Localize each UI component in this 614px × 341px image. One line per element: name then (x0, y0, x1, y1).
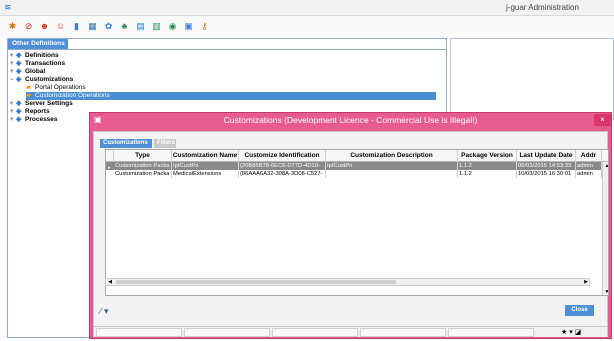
cell-type: Customization Packa (114, 162, 172, 170)
table-row[interactable]: Customization Packa MedicalExtensions {8… (106, 170, 608, 178)
column-header-type[interactable]: Type (114, 150, 172, 162)
column-header-description[interactable]: Customization Description (326, 150, 458, 162)
cell-addr: admin (576, 170, 602, 178)
cell-last-update: 10/03/2015 16:30:01 (517, 170, 576, 178)
tree-item[interactable]: ▰ Portal Operations (26, 84, 86, 92)
status-cell (272, 328, 358, 337)
settings-icon[interactable]: ✿ (102, 20, 115, 33)
tree-item[interactable]: ▰ Customization Operations (26, 92, 436, 100)
tree-item-label: Customization Operations (35, 92, 110, 99)
grid-header: Type Customization Name Customize Identi… (106, 150, 608, 162)
tab-filters[interactable]: Filters (154, 139, 176, 148)
close-button[interactable]: Close (565, 305, 594, 316)
tree-item[interactable]: + ◆ Processes (10, 116, 58, 124)
grid-vertical-scrollbar[interactable]: ▲ ▼ (602, 162, 608, 295)
detail-panel (450, 38, 614, 120)
stop-icon[interactable]: ⊘ (22, 20, 35, 33)
status-cell (96, 328, 182, 337)
users-icon[interactable]: ☻ (38, 20, 51, 33)
network-icon[interactable]: ♣ (118, 20, 131, 33)
tree-item-label: Customizations (25, 76, 74, 83)
node-icon: ◆ (16, 76, 22, 83)
tab-customizations[interactable]: Customizations (100, 139, 152, 148)
scroll-left-arrow-icon[interactable]: ◀ (106, 279, 114, 285)
tree-item-label: Server Settings (25, 100, 73, 107)
node-icon: ◆ (16, 108, 22, 115)
scroll-up-arrow-icon[interactable]: ▲ (603, 162, 608, 170)
cell-description (326, 170, 458, 178)
cell-identification: {20B85B78-6EC6-D77D-4D10- (239, 162, 326, 170)
window-title: j-guar Administration (506, 3, 579, 12)
tree-item[interactable]: + ◆ Server Settings (10, 100, 73, 108)
grid-horizontal-scrollbar[interactable]: ◀ ▶ (105, 278, 590, 286)
folder-icon: ▰ (26, 92, 32, 99)
customizations-dialog: ▣ Customizations (Development Licence - … (89, 112, 612, 339)
column-header-name[interactable]: Customization Name (172, 150, 239, 162)
app-logo-icon: ≋ (4, 2, 12, 12)
tree-item[interactable]: + ◆ Definitions (10, 52, 59, 60)
node-icon: ◆ (16, 116, 22, 123)
database-icon[interactable]: ◉ (166, 20, 179, 33)
status-cell (360, 328, 446, 337)
tree-item-label: Portal Operations (35, 84, 86, 91)
dialog-close-icon[interactable]: × (594, 114, 611, 126)
monitor-icon[interactable]: ▣ (182, 20, 195, 33)
tree-item-label: Reports (25, 108, 50, 115)
column-header-identification[interactable]: Customize Identification (239, 150, 326, 162)
cell-identification: {86AAA6A32-308A-3D08-C527- (239, 170, 326, 178)
status-actions-icon[interactable]: ★ ▾ ◪ (561, 328, 581, 336)
node-icon: ◆ (16, 52, 22, 59)
dialog-body: Customizations Filters Type Customizatio… (93, 131, 609, 337)
tab-other-definitions[interactable]: Other Definitions (8, 39, 68, 49)
scrollbar-thumb[interactable] (116, 280, 396, 284)
tree-item-label: Definitions (25, 52, 59, 59)
cell-name: IptCustPri (172, 162, 239, 170)
refresh-icon[interactable]: ✱ (6, 20, 19, 33)
id-card-icon[interactable]: ▤ (134, 20, 147, 33)
dialog-title-bar: ▣ Customizations (Development Licence - … (90, 113, 611, 127)
tree-item[interactable]: + ◆ Transactions (10, 60, 65, 68)
cell-addr: admin (576, 162, 602, 170)
chart-icon[interactable]: ▮ (70, 20, 83, 33)
customizations-grid: Type Customization Name Customize Identi… (105, 149, 609, 296)
tree-item-label: Processes (25, 116, 58, 123)
node-icon: ◆ (16, 68, 22, 75)
cell-type: Customization Packa (114, 170, 172, 178)
status-cell (184, 328, 270, 337)
main-toolbar: ✱ ⊘ ☻ ☺ ▮ ▦ ✿ ♣ ▤ ▥ ◉ ▣ ⚷ (0, 16, 614, 38)
tree-item[interactable]: + ◆ Global (10, 68, 45, 76)
attachment-icon[interactable]: ⁄ ▾ (100, 306, 109, 317)
tree-item[interactable]: + ◆ Reports (10, 108, 50, 116)
window-title-bar: ≋ j-guar Administration (0, 0, 614, 16)
table-row[interactable]: ▸ Customization Packa IptCustPri {20B85B… (106, 162, 608, 171)
scroll-down-arrow-icon[interactable]: ▼ (603, 288, 608, 295)
status-cell (448, 328, 534, 337)
cell-description: IptCustPri (326, 162, 458, 170)
column-header-last-update[interactable]: Last Update Date (517, 150, 576, 162)
node-icon: ◆ (16, 60, 22, 67)
cell-package-version: 1.1.2 (458, 162, 517, 170)
tree-item-label: Transactions (25, 60, 66, 67)
cell-last-update: 06/03/2015 14:53:33 (517, 162, 576, 170)
folder-icon: ▰ (26, 84, 32, 91)
calculator-icon[interactable]: ▦ (86, 20, 99, 33)
dialog-status-bar: ★ ▾ ◪ (94, 326, 607, 337)
reports-icon[interactable]: ▥ (150, 20, 163, 33)
node-icon: ◆ (16, 100, 22, 107)
cell-name: MedicalExtensions (172, 170, 239, 178)
tree-item-label: Global (25, 68, 46, 75)
column-header-addr[interactable]: Addr (576, 150, 602, 162)
scroll-right-arrow-icon[interactable]: ▶ (582, 279, 590, 285)
column-header-package-version[interactable]: Package Version (458, 150, 517, 162)
tree-item[interactable]: − ◆ Customizations (10, 76, 73, 84)
cell-package-version: 1.1.2 (458, 170, 517, 178)
row-marker-header (106, 150, 114, 162)
dialog-title: Customizations (Development Licence - Co… (223, 115, 478, 125)
key-icon[interactable]: ⚷ (198, 20, 211, 33)
user-icon[interactable]: ☺ (54, 20, 67, 33)
